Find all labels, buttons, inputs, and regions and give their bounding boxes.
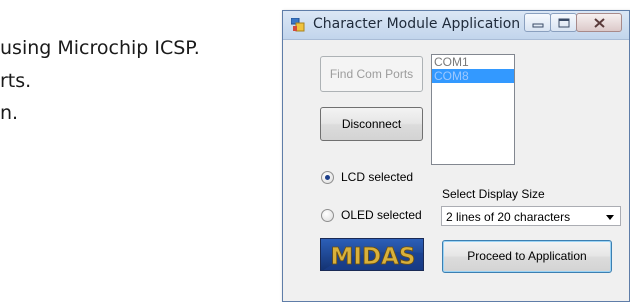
midas-logo: MIDAS <box>320 238 424 271</box>
display-size-value: 2 lines of 20 characters <box>446 210 571 224</box>
list-item-com1[interactable]: COM1 <box>432 55 514 69</box>
logo-text: MIDAS <box>331 244 416 270</box>
lcd-radio[interactable] <box>321 171 334 184</box>
proceed-label: Proceed to Application <box>467 249 587 263</box>
oled-radio[interactable] <box>321 209 334 222</box>
close-icon <box>594 18 605 28</box>
minimize-button[interactable] <box>524 13 551 32</box>
list-item-com8[interactable]: COM8 <box>432 69 514 83</box>
maximize-button[interactable] <box>550 13 577 32</box>
com-port-list[interactable]: COM1 COM8 <box>431 54 515 165</box>
app-window: Character Module Application V1.1 Find C… <box>282 10 630 302</box>
find-com-ports-button[interactable]: Find Com Ports <box>320 56 423 92</box>
close-button[interactable] <box>576 13 622 32</box>
display-size-label: Select Display Size <box>442 187 545 201</box>
proceed-to-application-button[interactable]: Proceed to Application <box>442 240 612 273</box>
doc-line-icsp: using Microchip ICSP. <box>0 37 200 59</box>
doc-line-end: n. <box>0 102 19 124</box>
oled-radio-label[interactable]: OLED selected <box>341 208 422 222</box>
minimize-icon <box>532 23 544 28</box>
maximize-icon <box>558 18 570 28</box>
find-com-ports-label: Find Com Ports <box>329 67 414 81</box>
lcd-radio-label[interactable]: LCD selected <box>341 170 413 184</box>
window-title: Character Module Application V1.1 <box>313 16 557 32</box>
chevron-down-icon[interactable] <box>606 215 614 220</box>
disconnect-button[interactable]: Disconnect <box>320 107 423 141</box>
disconnect-label: Disconnect <box>341 117 402 131</box>
display-size-select[interactable]: 2 lines of 20 characters <box>441 206 621 226</box>
doc-line-ports: rts. <box>0 70 32 92</box>
midas-logo-image: MIDAS <box>321 239 423 270</box>
app-icon <box>291 18 305 32</box>
title-bar[interactable]: Character Module Application V1.1 <box>283 11 629 40</box>
